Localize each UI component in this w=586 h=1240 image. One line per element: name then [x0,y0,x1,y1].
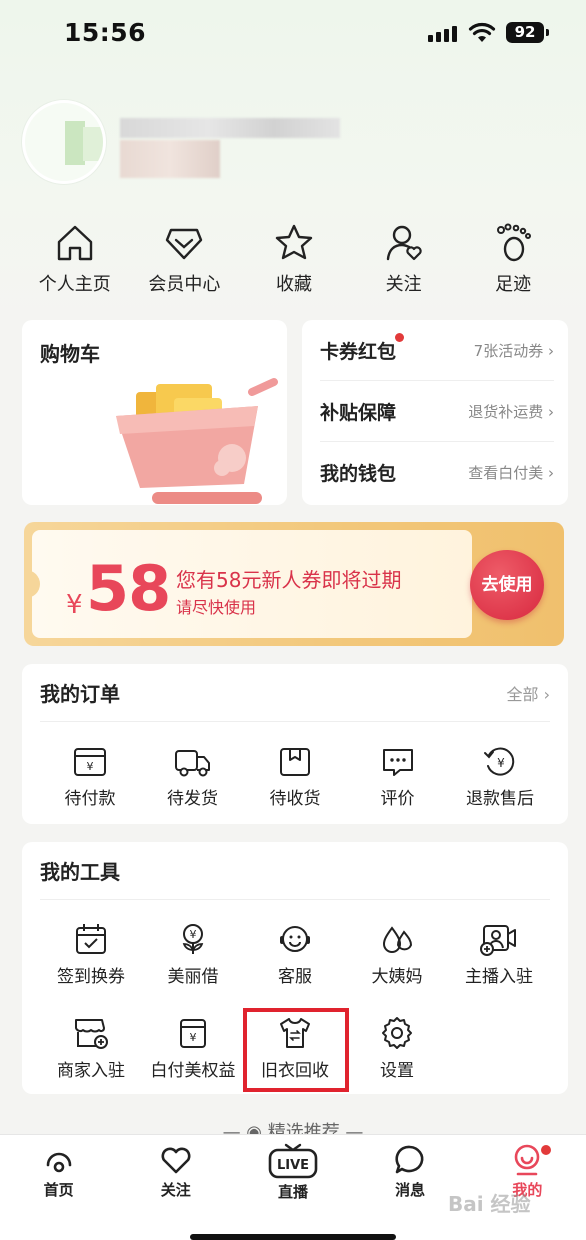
coupon-submessage: 请尽快使用 [176,598,257,617]
wallet-yen-icon: ¥ [180,1019,206,1048]
wifi-icon [468,22,496,42]
coupon-amount: 58 [86,552,171,625]
chevron-right-icon: › [548,341,554,360]
coupon-banner[interactable]: ¥ 58 您有58元新人券即将过期 请尽快使用 去使用 [24,522,564,646]
member-icon [166,228,203,260]
username-blurred [120,118,340,138]
order-to-receive[interactable]: 待收货 [245,746,345,809]
tab-follow[interactable]: 关注 [117,1135,234,1240]
svg-text:LIVE: LIVE [277,1158,309,1173]
coupon-message: 您有58元新人券即将过期 [176,568,402,592]
order-refund[interactable]: ¥ 退款售后 [450,746,550,809]
tool-settings[interactable]: 设置 [346,1016,448,1110]
heart-icon [161,1147,191,1174]
svg-text:¥: ¥ [497,756,505,770]
wallet-row[interactable]: 我的钱包 查看白付美 › [320,442,554,503]
store-icon [75,1019,108,1049]
message-icon [395,1145,424,1174]
headset-icon [280,926,310,952]
tool-meili-loan[interactable]: ¥ 美丽借 [142,922,244,1016]
tool-merchant-join[interactable]: 商家入驻 [40,1016,142,1110]
notification-dot [540,1145,551,1155]
chevron-right-icon: › [548,402,554,421]
package-icon [280,748,310,776]
quick-footprint[interactable]: 足迹 [458,222,568,296]
my-orders-card: 我的订单 全部 › ¥ 待付款 待发货 待收货 评价 ¥ 退款售后 [22,664,568,824]
home-indicator [190,1234,396,1240]
svg-text:¥: ¥ [190,928,197,941]
svg-text:¥: ¥ [190,1031,197,1044]
pending-payment-icon: ¥ [74,748,106,776]
tab-home[interactable]: 首页 [0,1135,117,1240]
highlight-box [243,1008,349,1092]
home-tab-icon [46,1152,71,1173]
drops-icon [382,926,413,953]
user-info-blurred [120,140,220,178]
tool-period-tracker[interactable]: 大姨妈 [346,922,448,1016]
tab-live[interactable]: LIVE 直播 [234,1135,351,1240]
truck-icon [174,750,210,777]
coupons-row[interactable]: 卡券红包 7张活动券 › [320,320,554,381]
order-to-ship[interactable]: 待发货 [143,746,243,809]
live-tv-icon: LIVE [268,1143,318,1179]
chevron-right-icon: › [548,464,554,482]
subsidy-row[interactable]: 补贴保障 退货补运费 › [320,381,554,442]
bottom-tab-bar: 首页 关注 LIVE 直播 消息 我的 [0,1134,586,1240]
gear-icon [382,1017,412,1049]
signal-icon [428,26,457,42]
orders-all-link[interactable]: 全部 › [507,681,551,705]
status-time: 15:56 [64,18,147,47]
watermark: Bai 经验 [448,1192,531,1216]
avatar[interactable] [22,100,106,184]
footprint-icon [497,223,532,262]
notification-dot [395,332,405,342]
coupon-currency: ¥ [66,590,83,620]
quick-favorites[interactable]: 收藏 [239,222,349,296]
use-coupon-button[interactable]: 去使用 [470,550,544,620]
quick-personal-home[interactable]: 个人主页 [20,222,130,296]
calendar-check-icon [76,924,106,954]
tool-customer-service[interactable]: 客服 [244,922,346,1016]
order-pending-payment[interactable]: ¥ 待付款 [40,746,140,809]
status-bar: 15:56 92 [0,0,586,64]
shopping-cart-card[interactable]: 购物车 [22,320,287,505]
quick-member-center[interactable]: 会员中心 [130,222,240,296]
tool-streamer-join[interactable]: 主播入驻 [448,922,550,1016]
wallet-list-card: 卡券红包 7张活动券 › 补贴保障 退货补运费 › 我的钱包 查看白付美 › [302,320,568,505]
tool-baifumei-benefits[interactable]: ¥ 白付美权益 [142,1016,244,1110]
quick-follow[interactable]: 关注 [349,222,459,296]
cart-illustration [116,378,278,504]
order-review[interactable]: 评价 [348,746,448,809]
home-icon [57,225,92,261]
refund-icon: ¥ [484,747,515,776]
star-icon [275,224,313,260]
follow-icon [386,225,422,261]
flower-yen-icon: ¥ [182,924,204,954]
camera-user-icon [480,925,516,956]
svg-text:¥: ¥ [87,760,94,773]
cart-title: 购物车 [40,342,100,366]
tools-title: 我的工具 [40,860,120,884]
review-icon [382,749,413,776]
tool-checkin-coupon[interactable]: 签到换券 [40,922,142,1016]
orders-title: 我的订单 [40,682,120,706]
quick-links: 个人主页 会员中心 收藏 关注 足迹 [20,222,568,296]
battery-icon: 92 [506,22,549,43]
me-icon [515,1144,540,1176]
